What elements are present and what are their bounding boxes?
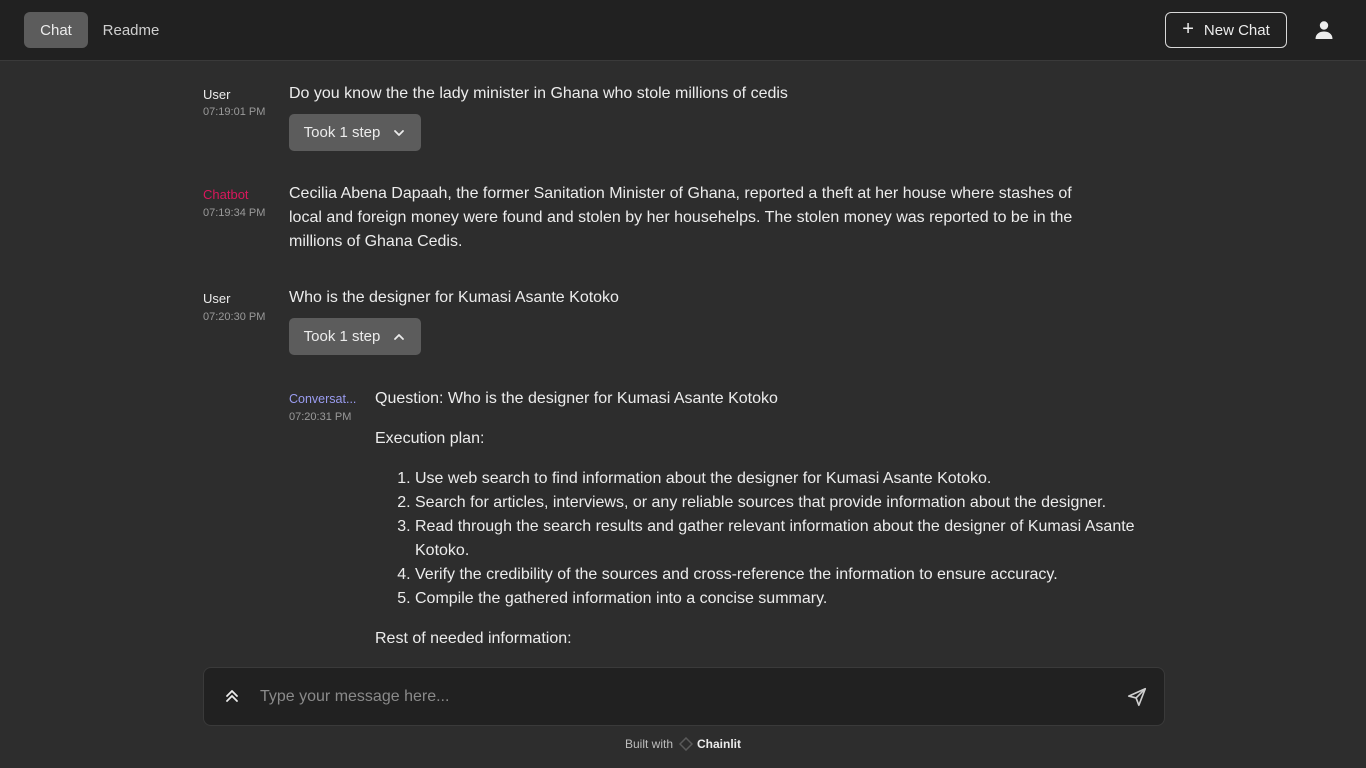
message-timestamp: 07:19:34 PM — [203, 207, 266, 219]
message-line: Cecilia Abena Dapaah, the former Sanitat… — [289, 185, 1072, 202]
plan-item: Read through the search results and gath… — [415, 515, 1175, 563]
brand-name: Chainlit — [697, 737, 742, 751]
step-label: Took 1 step — [303, 328, 381, 345]
plan-item: Search for articles, interviews, or any … — [415, 491, 1175, 515]
took-step-toggle[interactable]: Took 1 step — [289, 318, 421, 355]
message-author: Chatbot — [203, 187, 249, 202]
message-line: local and foreign money were found and s… — [289, 209, 1073, 226]
message-timestamp: 07:20:30 PM — [203, 311, 266, 323]
tab-readme[interactable]: Readme — [92, 12, 170, 48]
footer: Built with Chainlit — [0, 734, 1366, 754]
message-author: User — [203, 87, 231, 102]
message-input[interactable] — [260, 682, 1100, 712]
message-composer — [203, 667, 1165, 726]
chainlit-brand[interactable]: Chainlit — [679, 737, 741, 751]
chevron-down-icon — [394, 129, 405, 136]
rest-heading: Rest of needed information: — [375, 630, 572, 647]
chainlit-logo-icon — [679, 737, 694, 751]
step-timestamp: 07:20:31 PM — [289, 411, 352, 423]
plan-heading: Execution plan: — [375, 430, 485, 447]
message-author: User — [203, 291, 231, 306]
message-text: Do you know the the lady minister in Gha… — [289, 85, 788, 102]
plan-item: Verify the credibility of the sources an… — [415, 563, 1175, 587]
step-author: Conversat... — [289, 392, 357, 406]
chevron-up-icon — [394, 333, 405, 340]
message-line: millions of Ghana Cedis. — [289, 233, 463, 250]
message-text: Cecilia Abena Dapaah, the former Sanitat… — [289, 182, 1072, 254]
step-question: Question: Who is the designer for Kumasi… — [375, 390, 778, 407]
new-chat-button[interactable]: + New Chat — [1165, 12, 1287, 48]
plus-icon: + — [1182, 18, 1194, 40]
execution-plan-list: Use web search to find information about… — [375, 467, 1175, 611]
top-bar: Chat Readme + New Chat — [0, 0, 1366, 61]
step-label: Took 1 step — [303, 124, 381, 141]
message-timestamp: 07:19:01 PM — [203, 106, 266, 118]
user-icon[interactable] — [1312, 18, 1336, 42]
chevrons-up-icon[interactable] — [222, 686, 242, 706]
took-step-toggle[interactable]: Took 1 step — [289, 114, 421, 151]
built-with-label: Built with — [624, 737, 674, 751]
send-icon[interactable] — [1126, 686, 1148, 708]
message-text: Who is the designer for Kumasi Asante Ko… — [289, 289, 619, 306]
plan-item: Use web search to find information about… — [415, 467, 1175, 491]
new-chat-label: New Chat — [1203, 21, 1270, 39]
tab-chat[interactable]: Chat — [24, 12, 88, 48]
plan-item: Compile the gathered information into a … — [415, 587, 1175, 611]
